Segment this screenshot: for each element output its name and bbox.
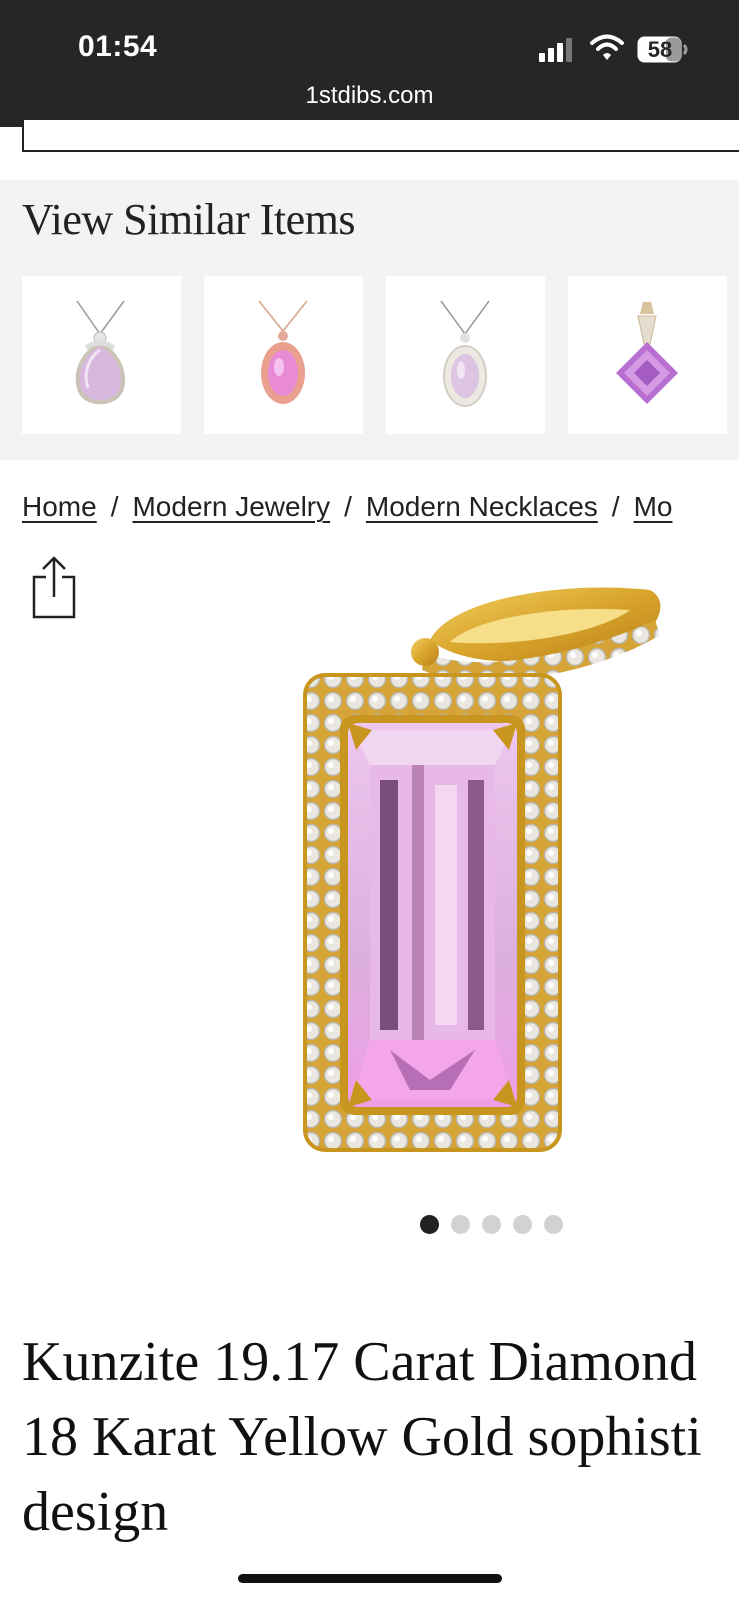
- carousel-dot-3[interactable]: [482, 1215, 501, 1234]
- similar-item-4[interactable]: [568, 276, 727, 434]
- pear-pendant-thumbnail: [75, 300, 126, 405]
- carousel-indicator[interactable]: [420, 1215, 563, 1235]
- similar-items-title: View Similar Items: [22, 195, 355, 244]
- signal-icon: [539, 38, 572, 62]
- battery-level: 58: [647, 37, 673, 62]
- status-time: 01:54: [78, 30, 158, 63]
- url-bar[interactable]: 1stdibs.com: [0, 82, 739, 110]
- product-title-line-2: 18 Karat Yellow Gold sophisti: [22, 1406, 702, 1468]
- carousel-dot-5[interactable]: [544, 1215, 563, 1234]
- home-indicator[interactable]: [238, 1574, 502, 1583]
- similar-item-1[interactable]: [22, 276, 181, 434]
- carousel-dot-4[interactable]: [513, 1215, 532, 1234]
- breadcrumb-home[interactable]: Home: [22, 491, 97, 522]
- similar-item-3[interactable]: [386, 276, 545, 434]
- carousel-dot-2[interactable]: [451, 1215, 470, 1234]
- breadcrumb-separator: /: [110, 491, 119, 522]
- breadcrumb-modern-jewelry[interactable]: Modern Jewelry: [132, 491, 330, 522]
- previous-section-box: [22, 120, 739, 152]
- product-image[interactable]: [300, 580, 690, 1180]
- similar-items-section: View Similar Items: [0, 180, 739, 460]
- similar-item-2[interactable]: [204, 276, 363, 434]
- share-icon[interactable]: [30, 555, 78, 619]
- battery-icon: 58: [637, 36, 689, 63]
- breadcrumb-separator: /: [344, 491, 352, 522]
- product-title-line-1: Kunzite 19.17 Carat Diamond: [22, 1331, 697, 1393]
- breadcrumb-modern-necklaces[interactable]: Modern Necklaces: [366, 491, 598, 522]
- carousel-dot-1[interactable]: [420, 1215, 439, 1234]
- oval-rose-pendant-thumbnail: [258, 300, 308, 404]
- product-title: Kunzite 19.17 Carat Diamond 18 Karat Yel…: [22, 1325, 739, 1550]
- wifi-icon: [590, 34, 624, 60]
- status-bar: 01:54 58 1stdibs.com: [0, 0, 739, 127]
- breadcrumb-truncated[interactable]: Mo: [634, 491, 673, 522]
- breadcrumb-separator: /: [611, 491, 620, 522]
- cushion-pendant-thumbnail: [616, 302, 678, 404]
- oval-halo-pendant-thumbnail: [440, 300, 490, 407]
- product-title-line-3: design: [22, 1481, 169, 1543]
- breadcrumb: Home / Modern Jewelry / Modern Necklaces / Mo: [22, 491, 739, 523]
